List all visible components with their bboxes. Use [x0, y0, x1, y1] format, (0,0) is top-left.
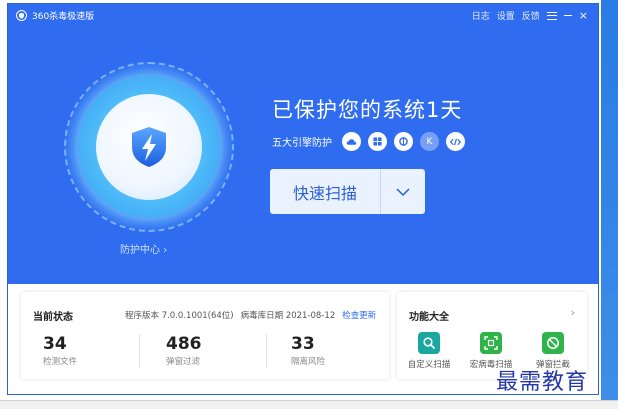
app-title: 360杀毒极速版	[32, 12, 95, 22]
stat-label: 检测文件	[43, 357, 78, 367]
stat-label: 弹窗过滤	[166, 357, 201, 367]
more-functions-chevron-icon[interactable]: ›	[571, 306, 575, 319]
version-info: 程序版本 7.0.0.1001(64位) 病毒库日期 2021-08-12 检查…	[125, 309, 376, 321]
hero-panel: 360杀毒极速版 日志 设置 反馈 × 防护中心 › 已保护您的系统1天 五大引…	[8, 4, 598, 284]
taskbar-edge	[0, 400, 618, 409]
qvm-icon[interactable]	[394, 132, 413, 151]
watermark-text: 最需教育	[496, 370, 589, 395]
log-link[interactable]: 日志	[472, 9, 490, 22]
stat-quarantined-risks[interactable]: 33 隔离风险	[291, 334, 325, 367]
stat-popups-filtered[interactable]: 486 弹窗过滤	[166, 334, 202, 367]
current-status-card: 当前状态 程序版本 7.0.0.1001(64位) 病毒库日期 2021-08-…	[21, 292, 389, 379]
stat-value: 34	[43, 334, 67, 354]
app-window: 360杀毒极速版 日志 设置 反馈 × 防护中心 › 已保护您的系统1天 五大引…	[7, 3, 599, 395]
custom-scan-icon	[418, 332, 440, 354]
custom-scan-tool[interactable]: 自定义扫描	[402, 332, 456, 370]
protection-shield[interactable]	[56, 62, 248, 234]
program-version: 程序版本 7.0.0.1001(64位)	[125, 311, 234, 321]
settings-link[interactable]: 设置	[497, 9, 515, 22]
minimize-icon[interactable]	[563, 15, 572, 16]
windows-icon[interactable]	[368, 132, 387, 151]
stat-scanned-files[interactable]: 34 检测文件	[43, 334, 77, 367]
protection-center-link[interactable]: 防护中心 ›	[120, 241, 167, 256]
code-icon[interactable]	[446, 132, 465, 151]
custom-scan-label: 自定义扫描	[407, 360, 451, 370]
k-icon[interactable]: K	[420, 132, 439, 151]
macro-scan-icon	[480, 332, 502, 354]
title-bar-actions: 日志 设置 反馈 ×	[472, 9, 588, 22]
stat-value: 486	[166, 334, 202, 354]
chevron-right-icon: ›	[163, 245, 168, 256]
stat-divider	[266, 334, 267, 368]
cloud-icon[interactable]	[342, 132, 361, 151]
desktop-edge	[601, 0, 618, 409]
shield-lightning-icon	[132, 127, 166, 167]
stat-label: 隔离风险	[291, 357, 326, 367]
function-list-title: 功能大全	[409, 312, 449, 323]
close-icon[interactable]: ×	[579, 10, 588, 21]
scan-options-dropdown[interactable]	[381, 187, 425, 196]
chevron-down-icon	[396, 187, 410, 196]
shield-core	[96, 94, 202, 200]
popup-block-icon	[542, 332, 564, 354]
stat-value: 33	[291, 334, 315, 354]
quick-scan-button[interactable]: 快速扫描	[270, 169, 425, 214]
engines-label: 五大引擎防护	[272, 138, 332, 149]
quick-scan-label: 快速扫描	[292, 183, 357, 203]
feedback-link[interactable]: 反馈	[522, 9, 540, 22]
stat-divider	[139, 334, 140, 368]
virus-db-date: 病毒库日期 2021-08-12	[240, 311, 336, 321]
protection-status-title: 已保护您的系统1天	[272, 98, 463, 122]
protection-center-label: 防护中心	[120, 245, 160, 256]
current-status-title: 当前状态	[33, 312, 73, 323]
title-bar[interactable]: 360杀毒极速版 日志 设置 反馈 ×	[8, 4, 598, 28]
check-update-link[interactable]: 检查更新	[342, 309, 376, 321]
app-logo-icon	[16, 10, 27, 21]
hamburger-icon[interactable]	[546, 11, 557, 20]
engine-row: 五大引擎防护 K	[272, 132, 465, 151]
